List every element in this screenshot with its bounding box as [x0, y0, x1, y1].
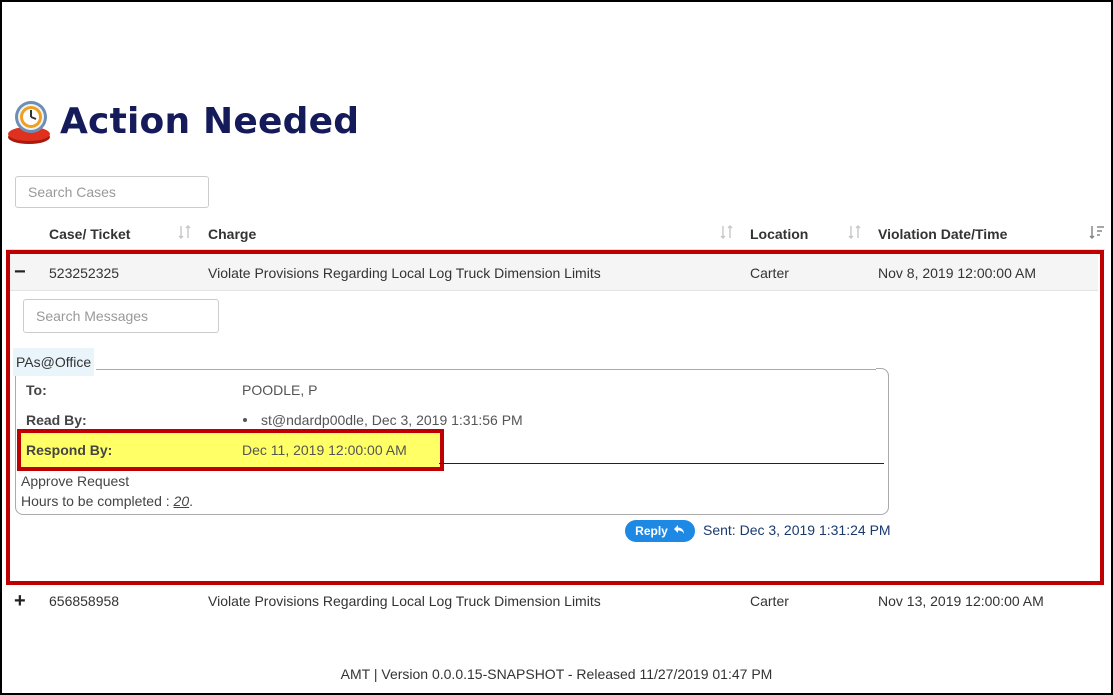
expand-row-button[interactable]: + [14, 591, 26, 611]
column-header-charge[interactable]: Charge [208, 224, 256, 244]
case-ticket-cell: 656858958 [49, 593, 120, 609]
sort-icon[interactable] [720, 224, 734, 240]
column-header-violation-date-time[interactable]: Violation Date/Time [878, 224, 1007, 244]
search-cases-input[interactable] [15, 176, 209, 208]
clock-icon [6, 97, 52, 145]
expanded-row-highlight [6, 250, 1104, 585]
page-header: Action Needed [6, 96, 359, 146]
violation-date-cell: Nov 13, 2019 12:00:00 AM [878, 593, 1044, 609]
column-header-case-ticket[interactable]: Case/ Ticket [49, 224, 130, 244]
sort-desc-icon[interactable] [1089, 224, 1104, 240]
footer-version: AMT | Version 0.0.0.15-SNAPSHOT - Releas… [340, 666, 773, 682]
column-header-location[interactable]: Location [750, 224, 808, 244]
page-title: Action Needed [60, 100, 360, 142]
sort-icon[interactable] [178, 224, 192, 240]
charge-cell: Violate Provisions Regarding Local Log T… [208, 593, 601, 609]
sort-icon[interactable] [848, 224, 862, 240]
location-cell: Carter [750, 593, 789, 609]
